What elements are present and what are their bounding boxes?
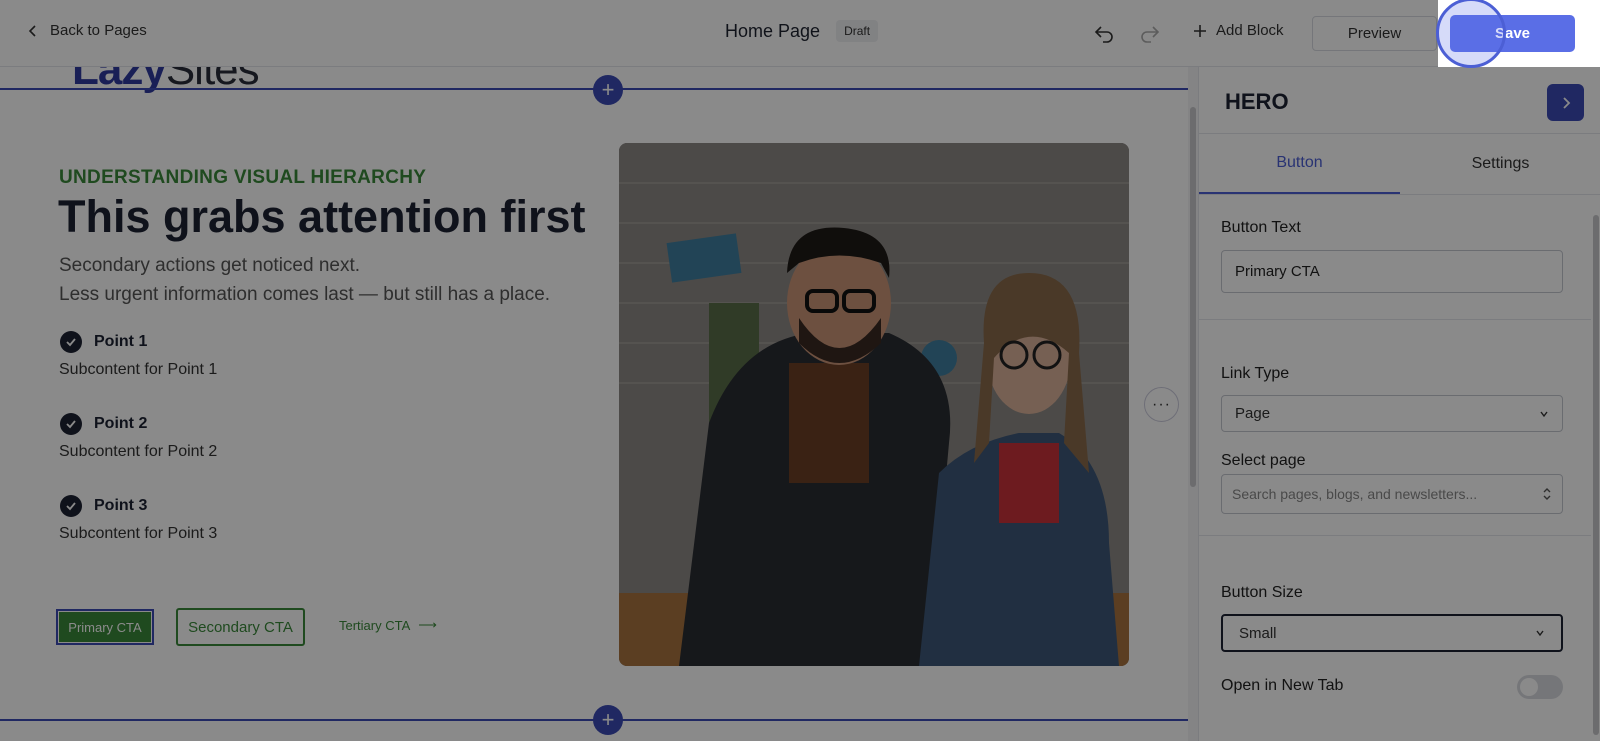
tertiary-cta-label: Tertiary CTA bbox=[339, 617, 411, 633]
panel-divider bbox=[1199, 535, 1591, 536]
chevron-down-icon bbox=[1540, 411, 1548, 417]
panel-scrollbar[interactable] bbox=[1591, 197, 1600, 741]
hero-subtext-line2: Less urgent information comes last — but… bbox=[59, 284, 551, 305]
point-item: Point 3 bbox=[60, 495, 147, 517]
undo-icon[interactable] bbox=[1092, 22, 1116, 46]
panel-tabs: Button Settings bbox=[1199, 133, 1600, 195]
check-icon bbox=[60, 413, 82, 435]
check-icon bbox=[60, 331, 82, 353]
tab-settings[interactable]: Settings bbox=[1400, 134, 1600, 194]
secondary-cta-button[interactable]: Secondary CTA bbox=[176, 608, 305, 646]
back-to-pages-link[interactable]: Back to Pages bbox=[26, 22, 147, 39]
chevron-left-icon bbox=[28, 24, 36, 37]
panel-title: HERO bbox=[1225, 89, 1289, 114]
add-block-button[interactable]: Add Block bbox=[1192, 22, 1284, 39]
chevron-right-icon bbox=[1562, 96, 1570, 109]
select-page-search[interactable]: Search pages, blogs, and newsletters... bbox=[1221, 474, 1563, 514]
button-size-select[interactable]: Small bbox=[1221, 614, 1563, 652]
chevron-down-icon bbox=[1536, 630, 1544, 637]
link-type-label: Link Type bbox=[1221, 365, 1290, 382]
button-text-label: Button Text bbox=[1221, 219, 1301, 236]
canvas-scrollbar[interactable] bbox=[1188, 67, 1198, 741]
link-type-value: Page bbox=[1235, 405, 1271, 422]
settings-panel: HERO Button Settings Button Text Primary… bbox=[1198, 67, 1600, 741]
point-title: Point 2 bbox=[94, 415, 148, 432]
tab-button[interactable]: Button bbox=[1199, 134, 1400, 194]
point-item: Point 2 bbox=[60, 413, 147, 435]
point-subcontent: Subcontent for Point 2 bbox=[59, 443, 218, 460]
redo-icon[interactable] bbox=[1138, 22, 1162, 46]
tertiary-cta-link[interactable]: Tertiary CTA ⟶ bbox=[339, 617, 437, 633]
select-page-placeholder: Search pages, blogs, and newsletters... bbox=[1232, 486, 1478, 502]
primary-cta-button[interactable]: Primary CTA bbox=[56, 609, 154, 645]
open-new-tab-toggle[interactable] bbox=[1517, 675, 1563, 699]
page-canvas: LazySites + UNDERSTANDING VISUAL HIERARC… bbox=[0, 67, 1188, 741]
select-page-label: Select page bbox=[1221, 452, 1306, 469]
panel-scroll-thumb[interactable] bbox=[1593, 215, 1599, 735]
add-section-button-bottom[interactable]: + bbox=[593, 705, 623, 735]
hero-headline: This grabs attention first bbox=[58, 191, 586, 242]
button-text-input[interactable]: Primary CTA bbox=[1221, 250, 1563, 293]
open-new-tab-label: Open in New Tab bbox=[1221, 677, 1344, 694]
link-type-select[interactable]: Page bbox=[1221, 395, 1563, 432]
hero-image bbox=[619, 143, 1129, 666]
back-label: Back to Pages bbox=[50, 22, 147, 39]
status-badge: Draft bbox=[836, 20, 879, 42]
check-icon bbox=[60, 495, 82, 517]
point-title: Point 3 bbox=[94, 497, 148, 514]
block-options-button[interactable]: ··· bbox=[1144, 387, 1179, 422]
page-title: Home Page bbox=[725, 20, 821, 41]
arrow-right-icon: ⟶ bbox=[418, 617, 437, 632]
plus-icon bbox=[1194, 24, 1206, 37]
hero-subtext-line1: Secondary actions get noticed next. bbox=[59, 255, 361, 276]
panel-divider bbox=[1199, 319, 1591, 320]
page-title-group: Home Page Draft bbox=[725, 20, 879, 42]
toggle-knob bbox=[1520, 678, 1538, 696]
add-section-button-top[interactable]: + bbox=[593, 75, 623, 105]
button-size-label: Button Size bbox=[1221, 584, 1303, 601]
top-bar: Back to Pages Home Page Draft Add Block … bbox=[0, 0, 1600, 67]
button-size-value: Small bbox=[1239, 624, 1277, 642]
preview-button[interactable]: Preview bbox=[1312, 16, 1437, 51]
click-indicator bbox=[1436, 0, 1506, 68]
canvas-scroll-thumb[interactable] bbox=[1190, 107, 1196, 487]
site-logo: LazySites bbox=[72, 67, 260, 95]
hero-photo-illustration bbox=[619, 143, 1129, 666]
point-title: Point 1 bbox=[94, 333, 148, 350]
collapse-panel-button[interactable] bbox=[1547, 84, 1584, 121]
point-item: Point 1 bbox=[60, 331, 147, 353]
add-block-label: Add Block bbox=[1216, 22, 1284, 39]
updown-icon bbox=[1543, 488, 1551, 500]
point-subcontent: Subcontent for Point 3 bbox=[59, 525, 218, 542]
hero-eyebrow: UNDERSTANDING VISUAL HIERARCHY bbox=[59, 167, 427, 188]
point-subcontent: Subcontent for Point 1 bbox=[59, 361, 218, 378]
